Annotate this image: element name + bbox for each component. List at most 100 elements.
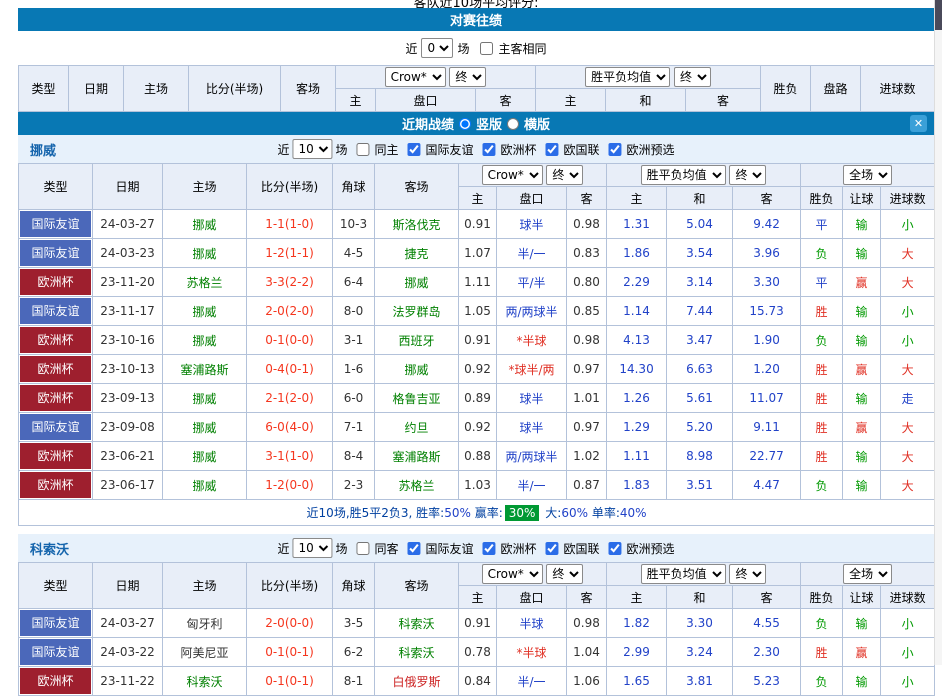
col-avg-draw: 和 [606, 89, 686, 112]
same-home-checkbox[interactable] [356, 143, 369, 156]
avg-away: 9.42 [733, 210, 801, 239]
league-filter-checkbox[interactable] [483, 143, 496, 156]
odds-state-select[interactable]: 终 [449, 67, 486, 87]
home-team[interactable]: 挪威 [163, 326, 247, 355]
avg-draw: 3.30 [667, 609, 733, 638]
away-team[interactable]: 塞浦路斯 [375, 442, 459, 471]
col-odds-away: 客 [567, 586, 607, 609]
odds-company-select[interactable]: Crow* [385, 67, 446, 87]
away-team[interactable]: 斯洛伐克 [375, 210, 459, 239]
league-filter-checkbox[interactable] [609, 542, 622, 555]
scope-select[interactable]: 全场 [843, 165, 892, 185]
partial-top-text: 客队近10场平均评分: [414, 0, 539, 8]
league-filter-checkbox[interactable] [609, 143, 622, 156]
avg-select-cell: 胜平负均值 终 [536, 66, 761, 89]
avg-select[interactable]: 胜平负均值 [641, 564, 726, 584]
score: 0-4(0-1) [247, 355, 333, 384]
home-team[interactable]: 挪威 [163, 471, 247, 500]
odds-state-select[interactable]: 终 [546, 564, 583, 584]
league-type-cell: 国际友谊 [19, 239, 93, 268]
away-team[interactable]: 格鲁吉亚 [375, 384, 459, 413]
recent-count-select[interactable]: 10 [292, 139, 332, 159]
score: 0-1(0-1) [247, 667, 333, 696]
home-team[interactable]: 苏格兰 [163, 268, 247, 297]
close-icon[interactable]: ✕ [910, 115, 927, 132]
col-avg-draw: 和 [667, 586, 733, 609]
league-type-badge: 国际友谊 [20, 414, 91, 440]
avg-draw: 3.14 [667, 268, 733, 297]
same-home-away-checkbox[interactable] [480, 42, 493, 55]
norway-table: 类型 日期 主场 比分(半场) 角球 客场 Crow* 终 胜平负均值 终 全场 [18, 163, 935, 526]
odds-company-select[interactable]: Crow* [482, 564, 543, 584]
away-team[interactable]: 西班牙 [375, 326, 459, 355]
home-team[interactable]: 匈牙利 [163, 609, 247, 638]
scrollbar-track[interactable] [934, 0, 942, 665]
avg-home: 14.30 [607, 355, 667, 384]
avg-state-select[interactable]: 终 [674, 67, 711, 87]
vertical-layout-radio[interactable] [459, 118, 471, 130]
away-team[interactable]: 挪威 [375, 355, 459, 384]
away-team[interactable]: 苏格兰 [375, 471, 459, 500]
league-filter-checkbox[interactable] [483, 542, 496, 555]
home-team[interactable]: 挪威 [163, 297, 247, 326]
league-filter-label: 国际友谊 [425, 540, 473, 557]
col-handicap-trend: 盘路 [811, 66, 861, 112]
away-team[interactable]: 白俄罗斯 [375, 667, 459, 696]
match-date: 23-11-22 [93, 667, 163, 696]
home-team[interactable]: 挪威 [163, 384, 247, 413]
avg-select[interactable]: 胜平负均值 [585, 67, 670, 87]
avg-home: 1.65 [607, 667, 667, 696]
match-date: 23-10-13 [93, 355, 163, 384]
avg-away: 4.47 [733, 471, 801, 500]
recent-count-select[interactable]: 10 [292, 538, 332, 558]
away-team[interactable]: 挪威 [375, 268, 459, 297]
scope-select[interactable]: 全场 [843, 564, 892, 584]
avg-select[interactable]: 胜平负均值 [641, 165, 726, 185]
avg-home: 1.82 [607, 609, 667, 638]
h2h-count-select[interactable]: 0 [421, 38, 453, 58]
summary-row: 近10场,胜5平2负3, 胜率:50% 赢率:30% 大:60% 单率:40% [19, 500, 935, 526]
home-team[interactable]: 挪威 [163, 239, 247, 268]
kosovo-table: 类型 日期 主场 比分(半场) 角球 客场 Crow* 终 胜平负均值 终 全场 [18, 562, 935, 696]
league-filter-checkbox[interactable] [407, 542, 420, 555]
h2h-title: 对赛往绩 [450, 10, 502, 29]
home-team[interactable]: 阿美尼亚 [163, 638, 247, 667]
score: 2-0(2-0) [247, 297, 333, 326]
odds-state-select[interactable]: 终 [546, 165, 583, 185]
scrollbar-thumb[interactable] [935, 0, 942, 30]
col-home: 主场 [124, 66, 189, 112]
home-team[interactable]: 挪威 [163, 442, 247, 471]
league-type-badge: 国际友谊 [20, 240, 91, 266]
result-cell: 负 [801, 471, 843, 500]
horizontal-layout-radio[interactable] [507, 118, 519, 130]
corner-score: 6-2 [333, 638, 375, 667]
match-row: 国际友谊24-03-27挪威1-1(1-0)10-3斯洛伐克0.91球半0.98… [19, 210, 935, 239]
col-avg-draw: 和 [667, 187, 733, 210]
away-team[interactable]: 捷克 [375, 239, 459, 268]
avg-state-select[interactable]: 终 [729, 165, 766, 185]
league-filter-checkbox[interactable] [546, 143, 559, 156]
avg-state-select[interactable]: 终 [729, 564, 766, 584]
odds-company-select[interactable]: Crow* [482, 165, 543, 185]
league-filter-checkbox[interactable] [407, 143, 420, 156]
league-filter-checkbox[interactable] [546, 542, 559, 555]
odds-home: 0.84 [459, 667, 497, 696]
away-team[interactable]: 科索沃 [375, 638, 459, 667]
col-goals: 进球数 [881, 187, 935, 210]
col-odds-home: 主 [459, 586, 497, 609]
away-team[interactable]: 约旦 [375, 413, 459, 442]
home-team[interactable]: 挪威 [163, 210, 247, 239]
away-team[interactable]: 科索沃 [375, 609, 459, 638]
games-label: 场 [335, 141, 347, 158]
home-team[interactable]: 塞浦路斯 [163, 355, 247, 384]
away-team[interactable]: 法罗群岛 [375, 297, 459, 326]
odds-home: 1.05 [459, 297, 497, 326]
home-team[interactable]: 挪威 [163, 413, 247, 442]
recent-title: 近期战绩 [402, 114, 454, 133]
recent-title-bar: 近期战绩 竖版 横版 ✕ [18, 112, 934, 135]
same-away-checkbox[interactable] [356, 542, 369, 555]
home-team[interactable]: 科索沃 [163, 667, 247, 696]
section-filter-kosovo: 近 10 场 同客 国际友谊 欧洲杯 欧国联 欧洲预选 [277, 534, 674, 562]
col-avg-home: 主 [607, 187, 667, 210]
avg-draw: 3.51 [667, 471, 733, 500]
